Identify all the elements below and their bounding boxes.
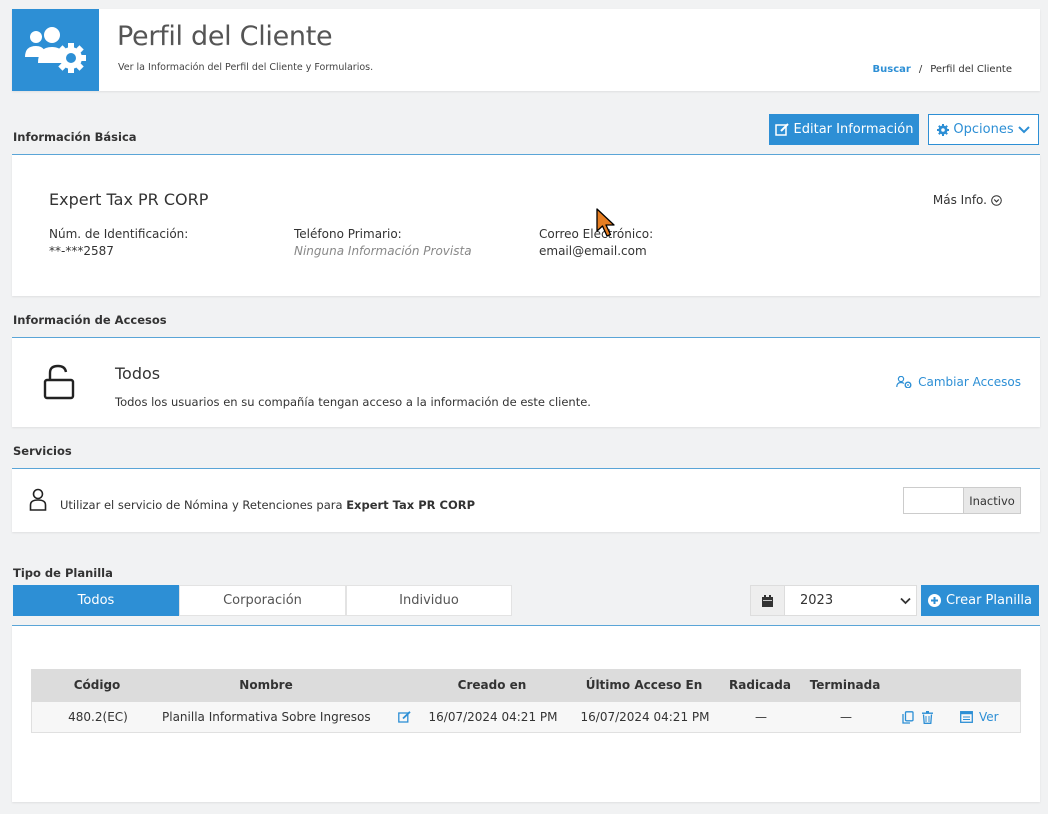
section-title-basic-info: Información Básica — [13, 130, 137, 144]
basic-info-card: Expert Tax PR CORP Más Info. Núm. de Ide… — [12, 155, 1040, 296]
change-access-button[interactable]: Cambiar Accesos — [896, 375, 1021, 389]
column-header-last-access: Último Acceso En — [585, 678, 703, 692]
id-value: **-***2587 — [49, 244, 114, 258]
table-header: Código Nombre Creado en Último Acceso En… — [31, 669, 1021, 702]
edit-info-button[interactable]: Editar Información — [769, 114, 919, 145]
column-header-filed: Radicada — [729, 678, 791, 692]
more-info-label: Más Info. — [932, 193, 987, 207]
year-value: 2023 — [800, 593, 834, 608]
edit-icon — [774, 123, 789, 136]
gear-icon — [937, 123, 950, 136]
row-last-access: 16/07/2024 04:21 PM — [580, 710, 710, 724]
row-filed: — — [755, 710, 767, 724]
forms-table-card: Código Nombre Creado en Último Acceso En… — [12, 626, 1040, 802]
view-button[interactable]: Ver — [960, 702, 1004, 732]
more-info-link[interactable]: Más Info. — [933, 193, 1002, 207]
access-description: Todos los usuarios en su compañía tengan… — [115, 395, 591, 409]
email-value: email@email.com — [539, 244, 647, 258]
column-header-code: Código — [73, 678, 121, 692]
user-outline-icon — [29, 488, 47, 515]
toggle-track — [904, 488, 963, 513]
row-name: Planilla Informativa Sobre Ingresos d... — [162, 710, 372, 724]
edit-info-label: Editar Información — [793, 122, 914, 137]
tab-corporacion[interactable]: Corporación — [179, 585, 346, 616]
tab-todos[interactable]: Todos — [13, 585, 179, 616]
forms-table: Código Nombre Creado en Último Acceso En… — [31, 669, 1021, 733]
services-client-name: Expert Tax PR CORP — [346, 498, 476, 512]
phone-value: Ninguna Información Provista — [294, 244, 472, 258]
edit-name-icon[interactable] — [394, 702, 414, 732]
access-title: Todos — [115, 364, 161, 383]
change-access-label: Cambiar Accesos — [918, 375, 1021, 389]
chevron-down-icon — [1017, 125, 1030, 133]
toggle-state-label: Inactivo — [963, 488, 1020, 513]
year-select[interactable]: 2023 — [750, 585, 917, 616]
document-icon — [960, 711, 973, 723]
tab-individuo[interactable]: Individuo — [346, 585, 512, 616]
options-button[interactable]: Opciones — [928, 114, 1039, 145]
create-form-button[interactable]: Crear Planilla — [921, 585, 1039, 616]
services-card: Utilizar el servicio de Nómina y Retenci… — [12, 469, 1040, 532]
id-label: Núm. de Identificación: — [49, 227, 189, 241]
options-label: Opciones — [953, 122, 1014, 137]
view-label: Ver — [979, 710, 999, 724]
create-form-label: Crear Planilla — [945, 593, 1033, 608]
client-name: Expert Tax PR CORP — [49, 190, 209, 209]
copy-icon[interactable] — [899, 702, 917, 732]
breadcrumb: Buscar / Perfil del Cliente — [873, 64, 1012, 75]
section-title-access: Información de Accesos — [13, 313, 167, 327]
column-header-created: Creado en — [457, 678, 527, 692]
phone-label: Teléfono Primario: — [294, 227, 402, 241]
row-created: 16/07/2024 04:21 PM — [428, 710, 558, 724]
page-title: Perfil del Cliente — [117, 21, 333, 52]
page-subtitle: Ver la Información del Perfil del Client… — [118, 62, 374, 73]
column-header-name: Nombre — [239, 678, 293, 692]
breadcrumb-link-buscar[interactable]: Buscar — [873, 64, 911, 75]
chevron-down-icon — [900, 597, 911, 604]
row-finished: — — [840, 710, 852, 724]
unlock-icon — [43, 364, 75, 403]
trash-icon[interactable] — [919, 702, 935, 732]
breadcrumb-current: Perfil del Cliente — [930, 64, 1012, 75]
calendar-icon — [751, 586, 785, 615]
chevron-circle-down-icon — [991, 194, 1002, 206]
page-header: Perfil del Cliente Ver la Información de… — [12, 9, 1040, 91]
row-code: 480.2(EC) — [68, 710, 128, 724]
plus-circle-icon — [927, 594, 941, 607]
user-gear-icon — [896, 376, 912, 388]
section-title-services: Servicios — [13, 444, 72, 458]
services-text-prefix: Utilizar el servicio de Nómina y Retenci… — [60, 498, 343, 512]
mouse-cursor-icon — [596, 208, 618, 241]
column-header-finished: Terminada — [809, 678, 881, 692]
table-row: 480.2(EC) Planilla Informativa Sobre Ing… — [31, 702, 1021, 733]
services-text: Utilizar el servicio de Nómina y Retenci… — [60, 498, 475, 512]
payroll-service-toggle[interactable]: Inactivo — [903, 487, 1021, 514]
section-title-forms: Tipo de Planilla — [13, 566, 113, 580]
access-card: Todos Todos los usuarios en su compañía … — [12, 338, 1040, 427]
users-gear-icon — [12, 9, 99, 91]
breadcrumb-separator: / — [918, 64, 923, 75]
